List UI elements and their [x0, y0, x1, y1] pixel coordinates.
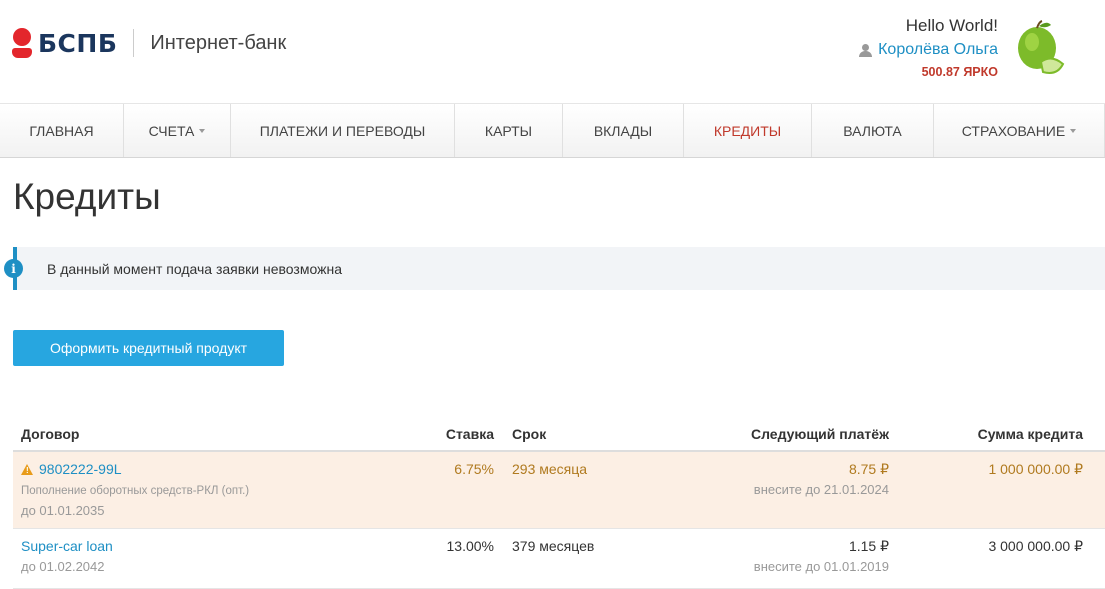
- bonus-balance: 500.87 ЯРКО: [921, 65, 998, 79]
- logo-mark-icon: [12, 26, 32, 60]
- nav-label: Платежи и переводы: [259, 122, 426, 139]
- term-value: 379 месяцев: [512, 538, 595, 554]
- nav-item-deposits[interactable]: Вклады: [563, 104, 684, 157]
- header: БСПБ Интернет-банк Hello World! Королёва…: [0, 0, 1105, 103]
- table-row[interactable]: ! 9802222-99L Пополнение оборотных средст…: [13, 452, 1105, 529]
- logo-text: БСПБ: [38, 28, 118, 58]
- amount-value: 1 000 000.00 ₽: [988, 461, 1083, 477]
- payment-value: 8.75 ₽: [848, 461, 889, 477]
- alert-text: В данный момент подача заявки невозможна: [47, 260, 342, 277]
- nav-label: Счета: [148, 122, 195, 139]
- table-header: Договор Ставка Срок Следующий платёж Сум…: [13, 418, 1105, 452]
- contract-until: до 01.01.2035: [21, 503, 105, 518]
- warning-icon: !: [21, 464, 33, 475]
- contract-description: Пополнение оборотных средств-РКЛ (опт.): [21, 485, 250, 497]
- info-alert: i В данный момент подача заявки невозмож…: [4, 247, 1105, 290]
- payment-value: 1.15 ₽: [848, 538, 889, 554]
- rate-value: 13.00%: [446, 538, 494, 554]
- apply-credit-button[interactable]: Оформить кредитный продукт: [13, 330, 284, 366]
- user-name-link[interactable]: Королёва Ольга: [859, 41, 998, 59]
- logo-divider: [133, 29, 135, 57]
- nav-item-currency[interactable]: Валюта: [812, 104, 934, 157]
- rate-value: 6.75%: [454, 461, 494, 477]
- bank-logo[interactable]: БСПБ Интернет-банк: [12, 26, 286, 60]
- caret-down-icon: [199, 129, 206, 133]
- contract-link[interactable]: 9802222-99L: [39, 461, 122, 477]
- page-title: Кредиты: [13, 176, 161, 217]
- user-name: Королёва Ольга: [878, 41, 998, 58]
- info-icon: i: [4, 259, 23, 278]
- nav-item-cards[interactable]: Карты: [455, 104, 563, 157]
- main-nav: Главная Счета Платежи и переводы Карты В…: [0, 103, 1105, 158]
- nav-item-payments[interactable]: Платежи и переводы: [231, 104, 455, 157]
- header-contract: Договор: [21, 426, 80, 442]
- logo-subtitle: Интернет-банк: [150, 31, 287, 54]
- nav-item-insurance[interactable]: Страхование: [934, 104, 1105, 157]
- nav-label: Страхование: [961, 122, 1066, 139]
- contract-until: до 01.02.2042: [21, 559, 105, 574]
- payment-due: внесите до 01.01.2019: [753, 559, 889, 574]
- nav-label: Вклады: [593, 122, 653, 139]
- term-value: 293 месяца: [512, 461, 588, 477]
- header-term: Срок: [512, 426, 547, 442]
- caret-down-icon: [1070, 129, 1077, 133]
- contract-cell: ! 9802222-99L: [21, 461, 122, 477]
- nav-item-main[interactable]: Главная: [0, 104, 124, 157]
- credits-table: Договор Ставка Срок Следующий платёж Сум…: [13, 418, 1105, 589]
- header-rate: Ставка: [445, 426, 494, 442]
- user-icon: [859, 43, 873, 57]
- nav-label: Кредиты: [713, 122, 782, 139]
- header-next-payment: Следующий платёж: [750, 426, 889, 442]
- table-row[interactable]: Super-car loan до 01.02.2042 13.00% 379 …: [13, 529, 1105, 589]
- apple-avatar-icon[interactable]: [1015, 20, 1065, 78]
- payment-due: внесите до 21.01.2024: [753, 482, 889, 497]
- nav-item-credits[interactable]: Кредиты: [684, 104, 812, 157]
- user-block: Hello World! Королёва Ольга 500.87 ЯРКО: [859, 16, 998, 79]
- nav-item-accounts[interactable]: Счета: [124, 104, 231, 157]
- nav-label: Валюта: [843, 122, 902, 139]
- nav-label: Карты: [484, 122, 533, 139]
- greeting: Hello World!: [905, 16, 998, 35]
- header-amount: Сумма кредита: [977, 426, 1083, 442]
- contract-link[interactable]: Super-car loan: [21, 538, 113, 554]
- contract-cell: Super-car loan: [21, 538, 113, 554]
- amount-value: 3 000 000.00 ₽: [988, 538, 1083, 554]
- nav-label: Главная: [29, 122, 94, 139]
